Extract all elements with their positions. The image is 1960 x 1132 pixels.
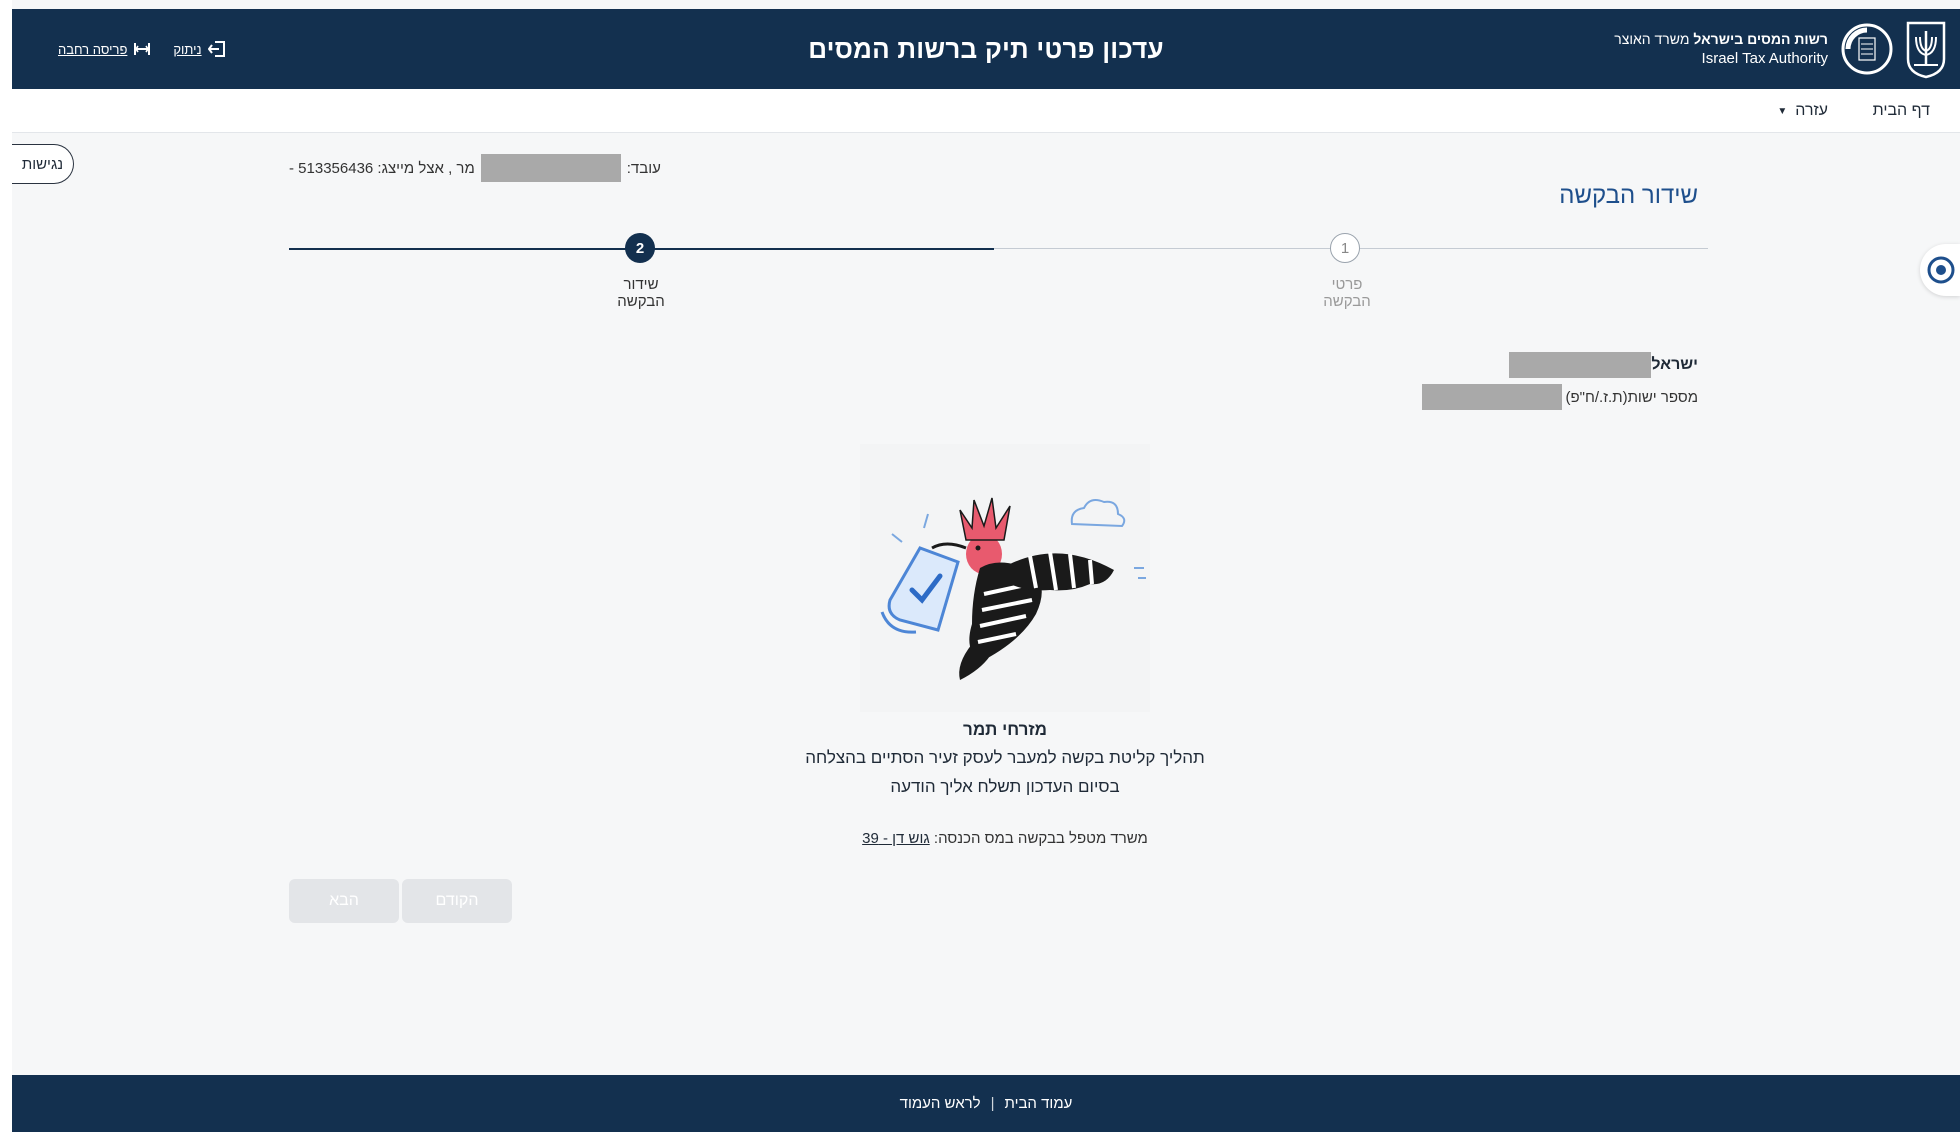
person-name-prefix: ישראל (1651, 356, 1698, 373)
redacted-person-id (1421, 384, 1562, 410)
footer-separator: | (990, 1095, 995, 1112)
nav-home[interactable]: דף הבית (1873, 89, 1930, 133)
success-name: מזרחי תמר (963, 720, 1047, 739)
client-info: עובד: מר , אצל מייצג: 513356436 - (289, 154, 661, 182)
client-representative: מר , אצל מייצג: 513356436 - (289, 159, 475, 177)
page-header-title: עדכון פרטי תיק ברשות המסים (808, 33, 1164, 64)
step-1-indicator[interactable]: 1 (1330, 233, 1360, 263)
success-message: תהליך קליטת בקשה למעבר לעסק זעיר הסתיים … (805, 748, 1205, 767)
person-id-label: מספר ישות(ת.ז./ח"פ) (1565, 388, 1698, 406)
top-nav: דף הבית עזרה ▼ (12, 89, 1960, 133)
footer-top-link[interactable]: לראש העמוד (900, 1095, 981, 1112)
caret-down-icon: ▼ (1777, 105, 1788, 117)
page-title: שידור הבקשה (1559, 182, 1698, 209)
expand-width-icon (134, 43, 151, 55)
accessibility-button[interactable]: נגישות (12, 144, 74, 184)
header-links: פריסה רחבה ניתוק (58, 9, 226, 89)
person-id: מספר ישות(ת.ז./ח"פ) (1421, 384, 1698, 410)
redacted-client-name (480, 154, 621, 182)
wide-layout-link[interactable]: פריסה רחבה (58, 40, 151, 58)
previous-button[interactable]: הקודם (402, 879, 512, 923)
person-name: ישראל (1509, 352, 1698, 378)
wide-layout-label: פריסה רחבה (58, 41, 128, 57)
eye-icon (1927, 256, 1955, 284)
notification-message: בסיום העדכון תשלח אליך הודעה (890, 777, 1120, 796)
footer-home-link[interactable]: עמוד הבית (1005, 1095, 1073, 1112)
step-2-label: שידור הבקשה (617, 276, 665, 310)
logout-link[interactable]: ניתוק (173, 40, 225, 58)
step-2-indicator: 2 (625, 233, 655, 263)
step-1-label: פרטי הבקשה (1323, 276, 1371, 310)
next-button[interactable]: הבא (289, 879, 399, 923)
redacted-person-name (1509, 352, 1652, 378)
handling-office-label: משרד מטפל בבקשה במס הכנסה: (933, 830, 1148, 847)
page-frame: רשות המסים בישראל משרד האוצר Israel Tax … (12, 0, 1960, 1132)
logout-label: ניתוק (173, 41, 202, 57)
handling-office-link[interactable]: גוש דן - 39 (862, 830, 930, 847)
site-header: רשות המסים בישראל משרד האוצר Israel Tax … (12, 9, 1960, 89)
nav-help-dropdown[interactable]: עזרה ▼ (1777, 89, 1828, 133)
handling-office: משרד מטפל בבקשה במס הכנסה: גוש דן - 39 (712, 830, 1298, 847)
success-illustration (860, 444, 1150, 712)
logout-icon (207, 41, 225, 57)
hoopoe-bird-icon (880, 497, 1146, 680)
nav-help-label: עזרה (1795, 102, 1828, 119)
client-label: עובד: (626, 159, 661, 177)
site-footer: עמוד הבית | לראש העמוד (12, 1075, 1960, 1132)
